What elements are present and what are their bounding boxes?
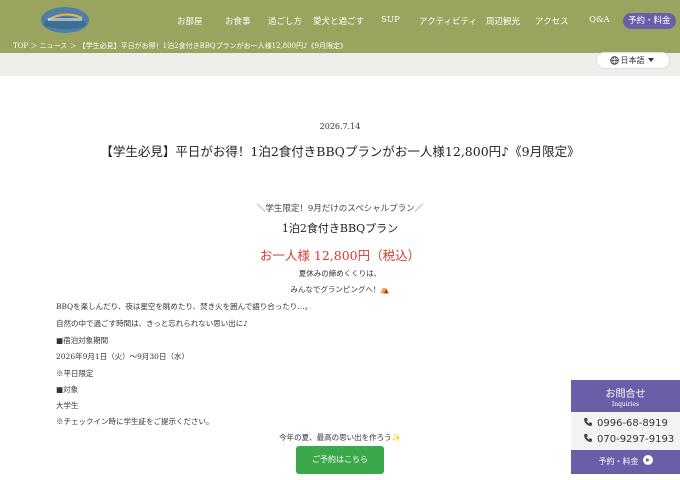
language-selector[interactable]: 日本語 — [596, 52, 670, 69]
nav-item-sightseeing[interactable]: 周辺観光 — [486, 15, 520, 27]
nav-item-activities[interactable]: アクティビティ — [419, 15, 477, 27]
contact-widget: お問合せ Inquiries 0996-68-8919 070-9297-919… — [571, 380, 680, 480]
body-line: 自然の中で過ごす時間は、きっと忘れられない思い出に♪ — [56, 319, 249, 328]
caret-down-icon — [647, 58, 654, 62]
phone-number-1: 0996-68-8919 — [597, 418, 668, 429]
contact-subtitle: Inquiries — [611, 401, 640, 408]
nav-item-dining[interactable]: お食事 — [225, 15, 251, 27]
period-dates: 2026年9月1日（火）〜9月30日（水） — [56, 352, 189, 361]
nav-item-sup[interactable]: SUP — [381, 15, 400, 25]
sparkle-icon: ✨ — [391, 433, 401, 442]
contact-title: お問合せ — [605, 389, 646, 400]
student-id-note: ※チェックイン時に学生証をご提示ください。 — [56, 417, 214, 426]
phone-number-2: 070-9297-9193 — [597, 434, 675, 445]
phone-link-1[interactable]: 0996-68-8919 — [583, 417, 668, 429]
reserve-price-button[interactable]: 予約・料金 — [623, 13, 676, 29]
breadcrumb[interactable]: TOP ＞ ニュース ＞ 【学生必見】平日がお得！1泊2食付きBBQプランがお一… — [13, 41, 347, 51]
contact-header[interactable]: お問合せ Inquiries — [571, 380, 680, 412]
globe-icon — [609, 56, 619, 65]
language-label: 日本語 — [620, 56, 645, 65]
phone-icon — [584, 418, 592, 426]
phone-icon — [584, 434, 592, 442]
intro-line-1: 夏休みの締めくくりは、 — [298, 269, 382, 278]
contact-phones: 0996-68-8919 070-9297-9193 — [571, 412, 680, 450]
nav-item-dogs[interactable]: 愛犬と過ごす — [313, 15, 364, 27]
section-heading-target: ■対象 — [56, 385, 79, 394]
site-header: お部屋 お食事 過ごし方 愛犬と過ごす SUP アクティビティ 周辺観光 アクセ… — [0, 0, 680, 40]
nav-item-rooms[interactable]: お部屋 — [177, 15, 203, 27]
post-date: 2026.7.14 — [319, 122, 361, 131]
arrow-right-icon — [642, 455, 653, 465]
contact-reserve-button[interactable]: 予約・料金 — [571, 450, 680, 474]
post-title: 【学生必見】平日がお得！1泊2食付きBBQプランがお一人様12,800円♪《9月… — [100, 144, 580, 159]
target-value: 大学生 — [56, 401, 79, 410]
main-nav: お部屋 お食事 過ごし方 愛犬と過ごす SUP アクティビティ 周辺観光 アクセ… — [0, 0, 680, 40]
tent-icon: ⛺ — [380, 285, 390, 294]
phone-link-2[interactable]: 070-9297-9193 — [583, 433, 674, 445]
nav-item-stay[interactable]: 過ごし方 — [268, 15, 302, 27]
intro-line-2: みんなでグランピングへ！⛺ — [0, 284, 680, 295]
closing-text: 今年の夏、最高の思い出を作ろう — [279, 433, 392, 442]
contact-reserve-label: 予約・料金 — [598, 457, 639, 466]
nav-item-qa[interactable]: Q&A — [589, 15, 610, 25]
plan-name: 1泊2食付きBBQプラン — [281, 222, 399, 235]
weekday-note: ※平日限定 — [56, 369, 94, 378]
breadcrumb-bar: TOP ＞ ニュース ＞ 【学生必見】平日がお得！1泊2食付きBBQプランがお一… — [0, 40, 680, 53]
section-heading-period: ■宿泊対象期間 — [56, 336, 109, 345]
intro-line-2-text: みんなでグランピングへ！ — [290, 285, 381, 294]
plan-price: お一人様 12,800円（税込） — [259, 248, 421, 263]
reserve-now-button[interactable]: ご予約はこちら — [296, 446, 384, 474]
nav-item-access[interactable]: アクセス — [535, 15, 569, 27]
body-line: BBQを楽しんだり、夜は星空を眺めたり、焚き火を囲んで語り合ったり…。 — [56, 302, 313, 311]
breadcrumb-band — [0, 53, 680, 76]
plan-subtitle: ＼学生限定！9月だけのスペシャルプラン／ — [256, 204, 424, 214]
